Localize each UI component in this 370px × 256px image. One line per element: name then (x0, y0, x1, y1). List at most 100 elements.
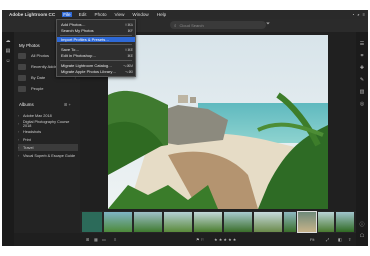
fit-label[interactable]: Fit (310, 237, 314, 242)
menu-item-shortcut: ⇧⌘A (124, 22, 134, 27)
album-label: Travel (23, 145, 34, 150)
menu-view[interactable]: View (114, 12, 126, 17)
sidebar-item-label: By Date (31, 75, 46, 80)
menu-item-label: Add Photos… (61, 22, 86, 27)
people-icon (18, 85, 26, 92)
panel-title: My Photos (19, 43, 40, 48)
comment-icon[interactable]: ☖ (356, 230, 368, 242)
albums-heading: Albums (19, 102, 34, 107)
healing-icon[interactable]: ✚ (356, 62, 368, 74)
filmstrip-thumbnail[interactable] (336, 212, 354, 232)
menu-item-shortcut: ⌥⌘M (122, 63, 133, 68)
filter-icon[interactable]: ⏷ (266, 21, 270, 27)
fullscreen-icon[interactable]: ⤢ (326, 237, 329, 242)
menu-item-migrate-apple-photos[interactable]: Migrate Apple Photos Library… ⌥⌘I (61, 69, 133, 74)
crop-icon[interactable]: ⌗ (356, 50, 368, 62)
filmstrip-thumbnail[interactable] (104, 212, 132, 232)
by-date-icon (18, 74, 26, 81)
menu-item-label: Import Profiles & Presets… (61, 37, 110, 42)
status-icons: ◔ ⌕ ≡ (352, 12, 365, 17)
file-menu-dropdown: Add Photos… ⇧⌘A Search My Photos ⌘F Impo… (56, 19, 136, 77)
album-label: Headshots (23, 129, 42, 134)
menu-separator (60, 44, 132, 45)
menu-item-label: Search My Photos (61, 28, 94, 33)
menu-edit[interactable]: Edit (78, 12, 88, 17)
menu-item-label: Migrate Apple Photos Library… (61, 69, 117, 74)
album-label: Print (23, 137, 31, 142)
album-item-selected[interactable]: › Travel (18, 144, 78, 151)
album-item[interactable]: › Visual Superb & Escape Guide (18, 152, 78, 159)
filmstrip-thumbnail[interactable] (194, 212, 222, 232)
gradient-icon[interactable]: ▥ (356, 86, 368, 98)
album-item[interactable]: › Adobe Max 2018 (18, 112, 78, 119)
beach-photo-image (108, 35, 328, 209)
album-item[interactable]: › Headshots (18, 128, 78, 135)
album-label: Digital Photography Course 2018 (22, 119, 70, 128)
filmstrip-thumbnail[interactable] (82, 212, 102, 232)
album-label: Adobe Max 2018 (23, 113, 52, 118)
menu-separator (60, 60, 132, 61)
menu-window[interactable]: Window (131, 12, 149, 17)
menu-item-edit-in-photoshop[interactable]: Edit in Photoshop… ⌘E (61, 53, 133, 58)
wifi-icon[interactable]: ◔ (352, 12, 354, 17)
grid-view-icon[interactable]: ⊞ (86, 237, 89, 242)
menu-item-migrate-lightroom-catalog[interactable]: Migrate Lightroom Catalog… ⌥⌘M (61, 63, 133, 68)
filmstrip-thumbnail[interactable] (318, 212, 334, 232)
filmstrip (80, 211, 356, 233)
search-icon: ⌕ (174, 22, 177, 28)
menu-item-shortcut: ⌘F (127, 28, 133, 33)
album-label: Visual Superb & Escape Guide (23, 153, 76, 158)
search-placeholder: Cloud Search (179, 22, 204, 28)
filmstrip-thumbnail[interactable] (224, 212, 252, 232)
radial-icon[interactable]: ◎ (356, 98, 368, 110)
filmstrip-thumbnail[interactable] (164, 212, 192, 232)
filmstrip-thumbnail[interactable] (254, 212, 282, 232)
menu-file[interactable]: File (62, 12, 72, 17)
detail-view-icon[interactable]: ▭ (102, 237, 106, 242)
brush-icon[interactable]: ✎ (356, 74, 368, 86)
screen: Adobe Lightroom CC File Edit Photo View … (0, 0, 370, 256)
square-grid-icon[interactable]: ▦ (94, 237, 98, 242)
people-icon[interactable]: ☺ (2, 56, 14, 66)
menu-separator (60, 35, 132, 36)
right-icon-rail: ☰ ⌗ ✚ ✎ ▥ ◎ ⓘ ☖ (356, 32, 368, 246)
sidebar-item-label: Recently Added (31, 64, 60, 69)
control-center-icon[interactable]: ≡ (363, 12, 365, 17)
search-input[interactable]: ⌕ Cloud Search (170, 21, 266, 29)
albums-actions[interactable]: ⊞ + (64, 102, 71, 107)
sidebar-item-label: All Photos (31, 53, 50, 58)
sidebar-item-label: People (31, 86, 44, 91)
main-photo[interactable] (108, 35, 328, 209)
menu-photo[interactable]: Photo (94, 12, 108, 17)
sort-icon[interactable]: ≡ (114, 237, 116, 242)
album-item[interactable]: › Digital Photography Course 2018 (18, 119, 78, 128)
menu-item-add-photos[interactable]: Add Photos… ⇧⌘A (61, 22, 133, 27)
flag-icons[interactable]: ⚑ ⚐ (196, 237, 204, 242)
filmstrip-thumbnail-selected[interactable] (297, 211, 317, 233)
filmstrip-thumbnail[interactable] (134, 212, 162, 232)
menu-item-label: Save To… (61, 47, 80, 52)
menu-item-search-my-photos[interactable]: Search My Photos ⌘F (61, 28, 133, 33)
app-name-menu[interactable]: Adobe Lightroom CC (9, 12, 55, 17)
menu-item-import-profiles-presets[interactable]: Import Profiles & Presets… (57, 37, 135, 42)
menu-bar: Adobe Lightroom CC File Edit Photo View … (2, 10, 368, 19)
spotlight-icon[interactable]: ⌕ (357, 12, 359, 17)
compare-icon[interactable]: ◧ (338, 237, 342, 242)
menu-item-save-to[interactable]: Save To… ⇧⌘E (61, 47, 133, 52)
info-icon[interactable]: ⓘ (356, 218, 368, 230)
album-item[interactable]: › Print (18, 136, 78, 143)
menu-item-shortcut: ⌥⌘I (124, 69, 133, 74)
menu-item-label: Migrate Lightroom Catalog… (61, 63, 113, 68)
share-icon[interactable]: ⇪ (348, 237, 351, 242)
rating-stars[interactable]: ★ ★ ★ ★ ★ (214, 237, 236, 242)
cloud-icon[interactable]: ☁ (2, 36, 14, 46)
recently-added-icon (18, 63, 26, 70)
menu-item-label: Edit in Photoshop… (61, 53, 97, 58)
filmstrip-thumbnail[interactable] (284, 212, 296, 232)
edit-sliders-icon[interactable]: ☰ (356, 38, 368, 50)
library-icon[interactable]: ▤ (2, 46, 14, 56)
menu-item-shortcut: ⌘E (127, 53, 133, 58)
all-photos-icon (18, 52, 26, 59)
sidebar-item-people[interactable]: People (18, 84, 76, 93)
menu-help[interactable]: Help (156, 12, 167, 17)
